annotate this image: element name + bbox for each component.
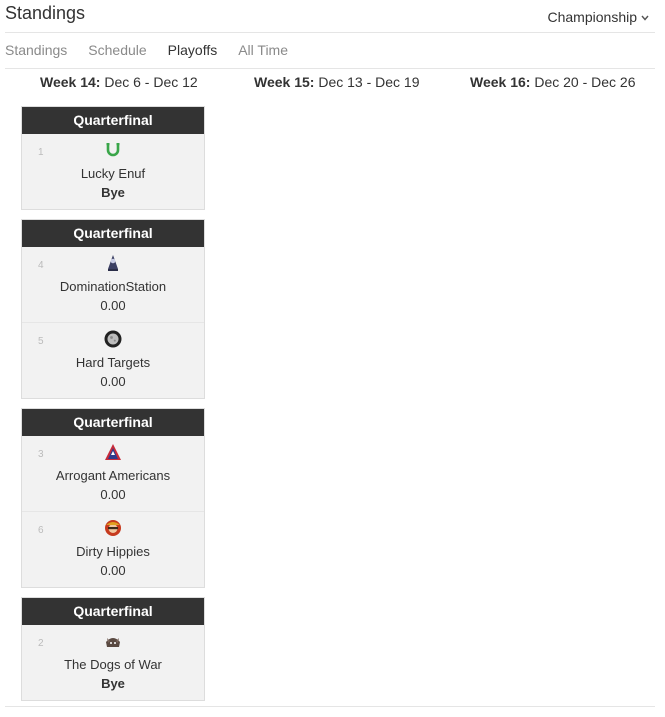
hippie-logo-icon [105, 520, 121, 536]
team-score: Bye [101, 676, 125, 691]
horseshoe-logo-icon [106, 143, 120, 157]
week-dates: Dec 20 - Dec 26 [530, 74, 636, 90]
tab-playoffs[interactable]: Playoffs [168, 42, 218, 58]
season-dropdown[interactable]: Championship [548, 9, 650, 25]
hooded-figure-logo-icon [108, 255, 118, 271]
round-label: Quarterfinal [22, 220, 204, 247]
week-label: Week 15: [254, 74, 315, 90]
team-entry[interactable]: 2 The Dogs of War Bye [22, 625, 204, 700]
week-15-header: Week 15: Dec 13 - Dec 19 [254, 74, 420, 90]
team-score: 0.00 [100, 298, 126, 313]
week-dates: Dec 13 - Dec 19 [314, 74, 420, 90]
page-title: Standings [5, 3, 86, 23]
team-name: Lucky Enuf [80, 166, 146, 181]
team-name: Arrogant Americans [55, 468, 171, 483]
nav-tabs: Standings Schedule Playoffs All Time [5, 42, 309, 58]
season-dropdown-label: Championship [547, 9, 638, 25]
war-dog-logo-icon [106, 638, 120, 647]
team-score: 0.00 [100, 487, 126, 502]
matchup-card: Quarterfinal 2 The Dogs of War Bye [21, 597, 205, 701]
week-headers: Week 14: Dec 6 - Dec 12 Week 15: Dec 13 … [0, 74, 665, 94]
team-name: Hard Targets [75, 355, 151, 370]
team-seed: 6 [38, 525, 44, 536]
week-14-header: Week 14: Dec 6 - Dec 12 [40, 74, 198, 90]
team-seed: 2 [38, 638, 44, 649]
team-entry[interactable]: 4 DominationStation 0.00 [22, 247, 204, 322]
team-seed: 3 [38, 449, 44, 460]
moon-logo-icon [104, 330, 122, 348]
bracket-week-14: Quarterfinal 1 Lucky Enuf Bye Quarterfin… [21, 106, 205, 710]
team-seed: 1 [38, 147, 44, 158]
letter-a-logo-icon [105, 444, 121, 460]
team-score: Bye [101, 185, 125, 200]
team-name: DominationStation [59, 279, 167, 294]
week-16-header: Week 16: Dec 20 - Dec 26 [470, 74, 636, 90]
week-label: Week 14: [40, 74, 101, 90]
tab-standings[interactable]: Standings [5, 42, 67, 58]
tab-schedule[interactable]: Schedule [88, 42, 146, 58]
team-seed: 4 [38, 260, 44, 271]
team-seed: 5 [38, 336, 44, 347]
round-label: Quarterfinal [22, 107, 204, 134]
team-score: 0.00 [100, 374, 126, 389]
divider [5, 32, 655, 33]
team-name: The Dogs of War [64, 657, 162, 672]
chevron-down-icon [641, 13, 649, 23]
round-label: Quarterfinal [22, 598, 204, 625]
matchup-card: Quarterfinal 3 Arrogant Americans 0.00 6… [21, 408, 205, 588]
tab-all-time[interactable]: All Time [238, 42, 288, 58]
divider [5, 706, 655, 707]
page-header: Standings Championship [0, 0, 665, 33]
team-name: Dirty Hippies [76, 544, 150, 559]
matchup-card: Quarterfinal 1 Lucky Enuf Bye [21, 106, 205, 210]
team-entry[interactable]: 1 Lucky Enuf Bye [22, 134, 204, 209]
round-label: Quarterfinal [22, 409, 204, 436]
team-score: 0.00 [100, 563, 126, 578]
matchup-card: Quarterfinal 4 DominationStation 0.00 5 … [21, 219, 205, 399]
team-entry[interactable]: 6 Dirty Hippies 0.00 [22, 511, 204, 587]
divider [5, 68, 655, 69]
team-entry[interactable]: 3 Arrogant Americans 0.00 [22, 436, 204, 511]
team-entry[interactable]: 5 Hard Targets 0.00 [22, 322, 204, 398]
week-dates: Dec 6 - Dec 12 [100, 74, 198, 90]
week-label: Week 16: [470, 74, 531, 90]
